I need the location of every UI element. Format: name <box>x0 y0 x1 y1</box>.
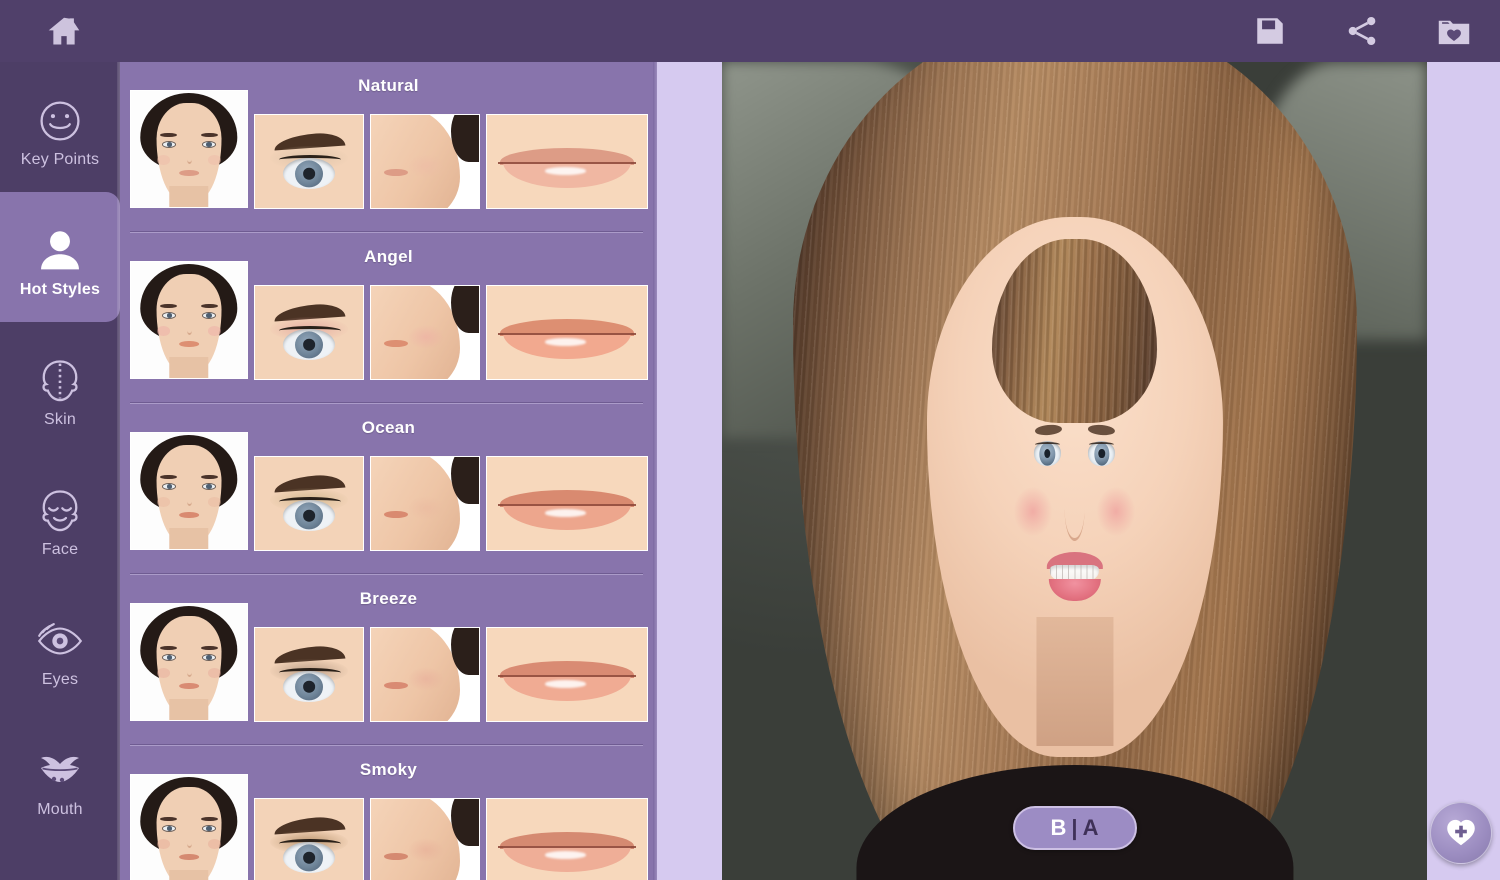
sidebar-item-face[interactable]: Face <box>0 452 120 582</box>
style-thumbnails <box>130 774 648 880</box>
before-label: B <box>1050 815 1067 840</box>
folder-heart-icon <box>1436 14 1472 48</box>
thumbnail-lips[interactable] <box>486 627 648 722</box>
share-icon <box>1345 14 1379 48</box>
styles-panel[interactable]: Natural Angel Ocean Breeze Smoky <box>120 62 657 880</box>
style-row[interactable]: Breeze <box>120 575 657 746</box>
thumbnail-full-face[interactable] <box>130 603 248 721</box>
neck <box>1036 616 1113 747</box>
style-row[interactable]: Smoky <box>120 746 657 880</box>
eye-icon <box>24 605 96 667</box>
style-row[interactable]: Angel <box>120 233 657 404</box>
sidebar-item-label: Hot Styles <box>19 281 101 298</box>
photo-area: B | A <box>657 62 1500 880</box>
person-silhouette-icon <box>24 215 96 277</box>
bangs <box>991 239 1158 423</box>
thumbnail-full-face[interactable] <box>130 261 248 379</box>
thumbnail-cheek[interactable] <box>370 114 480 209</box>
nose <box>1064 477 1085 542</box>
panel-right-edge <box>653 62 657 880</box>
eye-left <box>1033 441 1061 467</box>
smiley-face-icon <box>24 85 96 147</box>
favorites-folder-button[interactable] <box>1408 0 1500 62</box>
thumbnail-cheek[interactable] <box>370 627 480 722</box>
head-dotted-line-icon <box>24 345 96 407</box>
save-button[interactable] <box>1224 0 1316 62</box>
top-bar <box>0 0 1500 62</box>
home-button[interactable] <box>0 0 128 62</box>
thumbnail-full-face[interactable] <box>130 774 248 880</box>
sidebar-item-skin[interactable]: Skin <box>0 322 120 452</box>
sidebar-item-label: Mouth <box>37 801 83 818</box>
style-thumbnails <box>130 432 648 551</box>
thumbnail-eye[interactable] <box>254 627 364 722</box>
eyebrow-right <box>1087 424 1115 437</box>
sidebar-item-mouth[interactable]: Mouth <box>0 712 120 842</box>
thumbnail-lips[interactable] <box>486 285 648 380</box>
sidebar: Key Points Hot Styles Skin Face Eyes Mou… <box>0 62 120 880</box>
thumbnail-full-face[interactable] <box>130 432 248 550</box>
mouth <box>1046 552 1103 602</box>
thumbnail-cheek[interactable] <box>370 285 480 380</box>
thumbnail-lips[interactable] <box>486 114 648 209</box>
thumbnail-eye[interactable] <box>254 114 364 209</box>
sidebar-item-label: Face <box>41 541 79 558</box>
add-favorite-button[interactable] <box>1430 802 1492 864</box>
thumbnail-cheek[interactable] <box>370 798 480 880</box>
save-icon <box>1253 14 1287 48</box>
eye-right <box>1088 441 1116 467</box>
thumbnail-lips[interactable] <box>486 456 648 551</box>
portrait-photo[interactable]: B | A <box>722 62 1427 880</box>
home-icon <box>44 13 84 49</box>
style-thumbnails <box>130 603 648 722</box>
style-row[interactable]: Natural <box>120 62 657 233</box>
share-button[interactable] <box>1316 0 1408 62</box>
face-closed-eyes-icon <box>24 475 96 537</box>
cheek-right <box>1096 487 1136 536</box>
thumbnail-eye[interactable] <box>254 285 364 380</box>
sidebar-item-eyes[interactable]: Eyes <box>0 582 120 712</box>
compare-separator: | <box>1071 815 1078 840</box>
thumbnail-full-face[interactable] <box>130 90 248 208</box>
sidebar-item-label: Skin <box>44 411 76 428</box>
style-row[interactable]: Ocean <box>120 404 657 575</box>
before-after-toggle[interactable]: B | A <box>1012 806 1137 850</box>
style-thumbnails <box>130 261 648 380</box>
sidebar-item-key-points[interactable]: Key Points <box>0 62 120 192</box>
thumbnail-eye[interactable] <box>254 456 364 551</box>
cheek-left <box>1013 487 1053 536</box>
app-root: Key Points Hot Styles Skin Face Eyes Mou… <box>0 0 1500 880</box>
after-label: A <box>1082 815 1099 840</box>
sidebar-edge <box>117 62 120 880</box>
heart-plus-icon <box>1443 814 1479 853</box>
sidebar-item-hot-styles[interactable]: Hot Styles <box>0 182 120 332</box>
eyebrow-left <box>1034 424 1062 437</box>
thumbnail-cheek[interactable] <box>370 456 480 551</box>
style-thumbnails <box>130 90 648 209</box>
sidebar-item-label: Key Points <box>20 151 100 168</box>
lips-icon <box>24 735 96 797</box>
thumbnail-lips[interactable] <box>486 798 648 880</box>
sidebar-item-label: Eyes <box>41 671 79 688</box>
styles-list: Natural Angel Ocean Breeze Smoky <box>120 62 657 880</box>
thumbnail-eye[interactable] <box>254 798 364 880</box>
